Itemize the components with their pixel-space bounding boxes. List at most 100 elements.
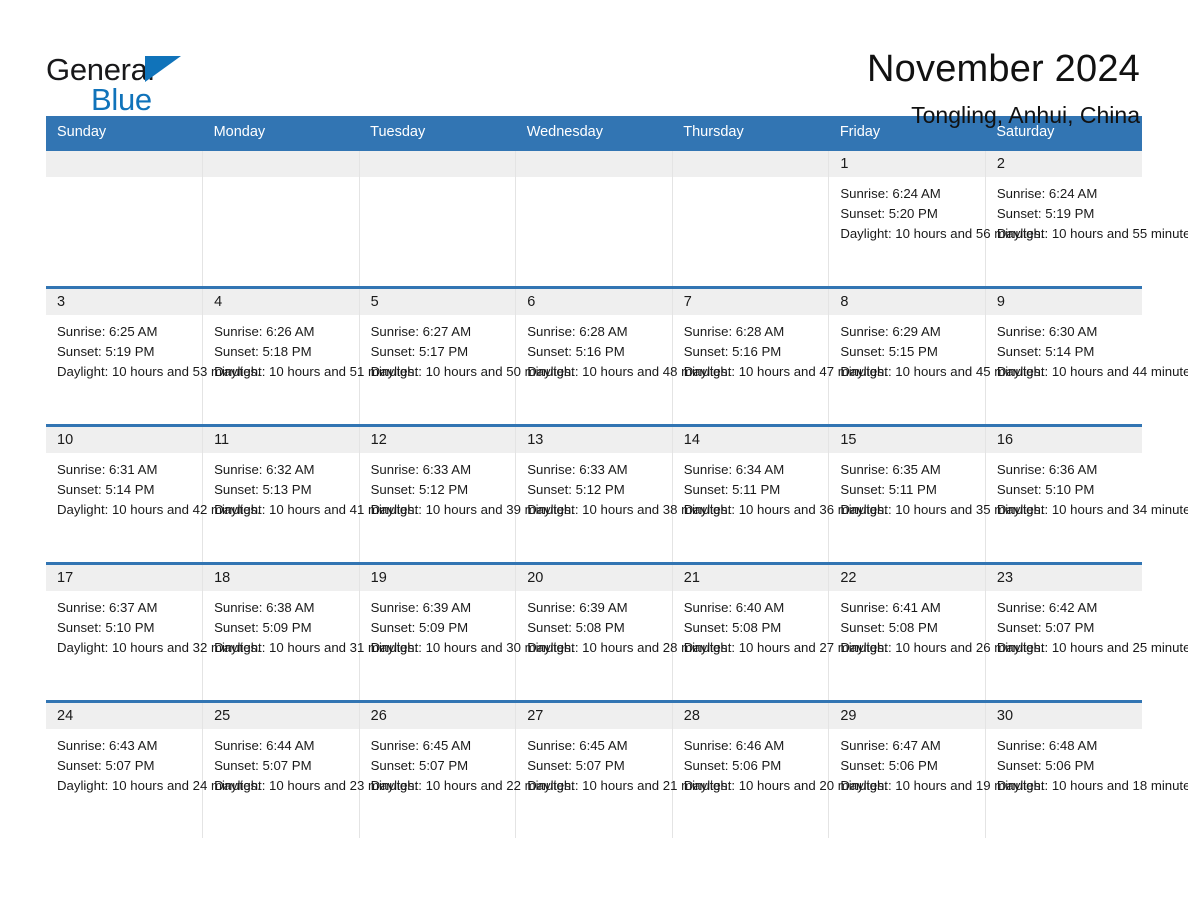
day-cell-11[interactable]: 11 Sunrise: 6:32 AM Sunset: 5:13 PM Dayligh… bbox=[202, 424, 418, 564]
day-cell-empty bbox=[359, 148, 517, 288]
day-cell-empty bbox=[515, 148, 673, 288]
daylight-text: Daylight: 10 hours and 25 minutes. bbox=[996, 640, 1188, 655]
day-cell-18[interactable]: 18 Sunrise: 6:38 AM Sunset: 5:09 PM Dayligh… bbox=[202, 562, 418, 702]
day-cell-1[interactable]: 1 Sunrise: 6:24 AM Sunset: 5:20 PM Daylight… bbox=[828, 148, 1044, 288]
day-details: Sunrise: 6:24 AM Sunset: 5:19 PM Daylight:… bbox=[986, 177, 1188, 244]
sunset-text: Sunset: 5:11 PM bbox=[840, 482, 937, 497]
day-cell-21[interactable]: 21 Sunrise: 6:40 AM Sunset: 5:08 PM Dayligh… bbox=[672, 562, 888, 702]
sunset-text: Sunset: 5:07 PM bbox=[527, 758, 625, 773]
day-details: Sunrise: 6:45 AM Sunset: 5:07 PM Daylight:… bbox=[516, 729, 731, 796]
day-details: Sunrise: 6:25 AM Sunset: 5:19 PM Daylight:… bbox=[46, 315, 261, 382]
day-details: Sunrise: 6:48 AM Sunset: 5:06 PM Daylight:… bbox=[986, 729, 1188, 796]
sunset-text: Sunset: 5:09 PM bbox=[214, 620, 312, 635]
sunrise-text: Sunrise: 6:26 AM bbox=[214, 324, 315, 339]
day-number: 8 bbox=[829, 289, 985, 315]
day-cell-13[interactable]: 13 Sunrise: 6:33 AM Sunset: 5:12 PM Dayligh… bbox=[515, 424, 731, 564]
sunset-text: Sunset: 5:19 PM bbox=[996, 206, 1095, 221]
sunrise-text: Sunrise: 6:48 AM bbox=[996, 738, 1098, 753]
day-details: Sunrise: 6:39 AM Sunset: 5:09 PM Daylight:… bbox=[360, 591, 575, 658]
day-cell-7[interactable]: 7 Sunrise: 6:28 AM Sunset: 5:16 PM Daylight… bbox=[672, 286, 888, 426]
day-cell-24[interactable]: 24 Sunrise: 6:43 AM Sunset: 5:07 PM Dayligh… bbox=[46, 700, 261, 838]
sunset-text: Sunset: 5:08 PM bbox=[840, 620, 938, 635]
day-number: 13 bbox=[516, 427, 672, 453]
day-number bbox=[46, 151, 203, 177]
day-cell-5[interactable]: 5 Sunrise: 6:27 AM Sunset: 5:17 PM Daylight… bbox=[359, 286, 574, 426]
day-number: 28 bbox=[672, 703, 829, 729]
daylight-text: Daylight: 10 hours and 53 minutes. bbox=[57, 364, 261, 379]
sunrise-text: Sunrise: 6:36 AM bbox=[996, 462, 1098, 477]
day-details: Sunrise: 6:35 AM Sunset: 5:11 PM Daylight:… bbox=[829, 453, 1045, 520]
sunset-text: Sunset: 5:07 PM bbox=[57, 758, 155, 773]
day-cell-28[interactable]: 28 Sunrise: 6:46 AM Sunset: 5:06 PM Dayligh… bbox=[672, 700, 888, 838]
sunrise-text: Sunrise: 6:42 AM bbox=[996, 600, 1098, 615]
day-number: 11 bbox=[203, 427, 359, 453]
day-cell-26[interactable]: 26 Sunrise: 6:45 AM Sunset: 5:07 PM Dayligh… bbox=[359, 700, 575, 838]
day-cell-6[interactable]: 6 Sunrise: 6:28 AM Sunset: 5:16 PM Daylight… bbox=[515, 286, 731, 426]
calendar-week-row: 10 Sunrise: 6:31 AM Sunset: 5:14 PM Dayligh… bbox=[46, 424, 1188, 564]
day-details: Sunrise: 6:41 AM Sunset: 5:08 PM Daylight:… bbox=[829, 591, 1045, 658]
day-details: Sunrise: 6:45 AM Sunset: 5:07 PM Daylight:… bbox=[360, 729, 575, 796]
calendar-week-row: 24 Sunrise: 6:43 AM Sunset: 5:07 PM Dayligh… bbox=[46, 700, 1188, 838]
daylight-text: Daylight: 10 hours and 44 minutes. bbox=[996, 364, 1188, 379]
day-cell-empty bbox=[46, 148, 204, 288]
day-cell-10[interactable]: 10 Sunrise: 6:31 AM Sunset: 5:14 PM Dayligh… bbox=[46, 424, 261, 564]
daylight-text: Daylight: 10 hours and 31 minutes. bbox=[214, 640, 418, 655]
day-cell-15[interactable]: 15 Sunrise: 6:35 AM Sunset: 5:11 PM Dayligh… bbox=[828, 424, 1045, 564]
day-details: Sunrise: 6:29 AM Sunset: 5:15 PM Daylight:… bbox=[829, 315, 1045, 382]
day-number: 23 bbox=[985, 565, 1142, 591]
day-details: Sunrise: 6:47 AM Sunset: 5:06 PM Daylight:… bbox=[829, 729, 1044, 796]
day-cell-8[interactable]: 8 Sunrise: 6:29 AM Sunset: 5:15 PM Daylight… bbox=[828, 286, 1045, 426]
day-details: Sunrise: 6:30 AM Sunset: 5:14 PM Daylight:… bbox=[986, 315, 1188, 382]
sunset-text: Sunset: 5:19 PM bbox=[57, 344, 155, 359]
day-cell-17[interactable]: 17 Sunrise: 6:37 AM Sunset: 5:10 PM Dayligh… bbox=[46, 562, 261, 702]
sunset-text: Sunset: 5:18 PM bbox=[214, 344, 312, 359]
daylight-text: Daylight: 10 hours and 45 minutes. bbox=[840, 364, 1045, 379]
day-details: Sunrise: 6:46 AM Sunset: 5:06 PM Daylight:… bbox=[673, 729, 888, 796]
sunrise-text: Sunrise: 6:25 AM bbox=[57, 324, 158, 339]
sunrise-text: Sunrise: 6:39 AM bbox=[370, 600, 472, 615]
day-cell-2[interactable]: 2 Sunrise: 6:24 AM Sunset: 5:19 PM Daylight… bbox=[985, 148, 1188, 288]
calendar-body: 1 Sunrise: 6:24 AM Sunset: 5:20 PM Daylight… bbox=[46, 148, 1188, 838]
day-cell-30[interactable]: 30 Sunrise: 6:48 AM Sunset: 5:06 PM Dayligh… bbox=[985, 700, 1188, 838]
day-number: 21 bbox=[672, 565, 829, 591]
day-number: 9 bbox=[985, 289, 1142, 315]
day-number: 1 bbox=[829, 151, 985, 177]
day-number: 3 bbox=[46, 289, 203, 315]
day-cell-14[interactable]: 14 Sunrise: 6:34 AM Sunset: 5:11 PM Dayligh… bbox=[672, 424, 888, 564]
day-cell-29[interactable]: 29 Sunrise: 6:47 AM Sunset: 5:06 PM Dayligh… bbox=[828, 700, 1044, 838]
daylight-text: Daylight: 10 hours and 55 minutes. bbox=[996, 226, 1188, 241]
day-number: 30 bbox=[985, 703, 1142, 729]
day-cell-9[interactable]: 9 Sunrise: 6:30 AM Sunset: 5:14 PM Daylight… bbox=[985, 286, 1188, 426]
day-cell-16[interactable]: 16 Sunrise: 6:36 AM Sunset: 5:10 PM Dayligh… bbox=[985, 424, 1188, 564]
daylight-text: Daylight: 10 hours and 41 minutes. bbox=[214, 502, 418, 517]
day-details: Sunrise: 6:40 AM Sunset: 5:08 PM Daylight:… bbox=[673, 591, 888, 658]
sunset-text: Sunset: 5:20 PM bbox=[840, 206, 938, 221]
sunrise-text: Sunrise: 6:27 AM bbox=[370, 324, 472, 339]
day-cell-12[interactable]: 12 Sunrise: 6:33 AM Sunset: 5:12 PM Dayligh… bbox=[359, 424, 574, 564]
day-cell-27[interactable]: 27 Sunrise: 6:45 AM Sunset: 5:07 PM Dayligh… bbox=[515, 700, 731, 838]
day-cell-3[interactable]: 3 Sunrise: 6:25 AM Sunset: 5:19 PM Daylight… bbox=[46, 286, 261, 426]
daylight-text: Daylight: 10 hours and 35 minutes. bbox=[840, 502, 1045, 517]
day-cell-4[interactable]: 4 Sunrise: 6:26 AM Sunset: 5:18 PM Daylight… bbox=[202, 286, 418, 426]
day-cell-20[interactable]: 20 Sunrise: 6:39 AM Sunset: 5:08 PM Dayligh… bbox=[515, 562, 731, 702]
day-cell-22[interactable]: 22 Sunrise: 6:41 AM Sunset: 5:08 PM Dayligh… bbox=[828, 562, 1045, 702]
day-cell-19[interactable]: 19 Sunrise: 6:39 AM Sunset: 5:09 PM Dayligh… bbox=[359, 562, 575, 702]
sunset-text: Sunset: 5:15 PM bbox=[840, 344, 938, 359]
day-number bbox=[203, 151, 359, 177]
day-number: 20 bbox=[516, 565, 672, 591]
day-cell-25[interactable]: 25 Sunrise: 6:44 AM Sunset: 5:07 PM Dayligh… bbox=[202, 700, 418, 838]
day-number bbox=[516, 151, 672, 177]
day-number: 27 bbox=[516, 703, 672, 729]
page-title: November 2024 bbox=[867, 48, 1140, 90]
sunset-text: Sunset: 5:16 PM bbox=[683, 344, 782, 359]
brand-logo[interactable]: General Blue bbox=[46, 46, 206, 116]
daylight-text: Daylight: 10 hours and 24 minutes. bbox=[57, 778, 261, 793]
day-number: 19 bbox=[359, 565, 516, 591]
day-cell-23[interactable]: 23 Sunrise: 6:42 AM Sunset: 5:07 PM Dayligh… bbox=[985, 562, 1188, 702]
daylight-text: Daylight: 10 hours and 26 minutes. bbox=[840, 640, 1045, 655]
sunrise-text: Sunrise: 6:37 AM bbox=[57, 600, 158, 615]
day-details: Sunrise: 6:36 AM Sunset: 5:10 PM Daylight:… bbox=[986, 453, 1188, 520]
day-details: Sunrise: 6:44 AM Sunset: 5:07 PM Daylight:… bbox=[203, 729, 418, 796]
day-number: 4 bbox=[203, 289, 359, 315]
day-details: Sunrise: 6:38 AM Sunset: 5:09 PM Daylight:… bbox=[203, 591, 418, 658]
